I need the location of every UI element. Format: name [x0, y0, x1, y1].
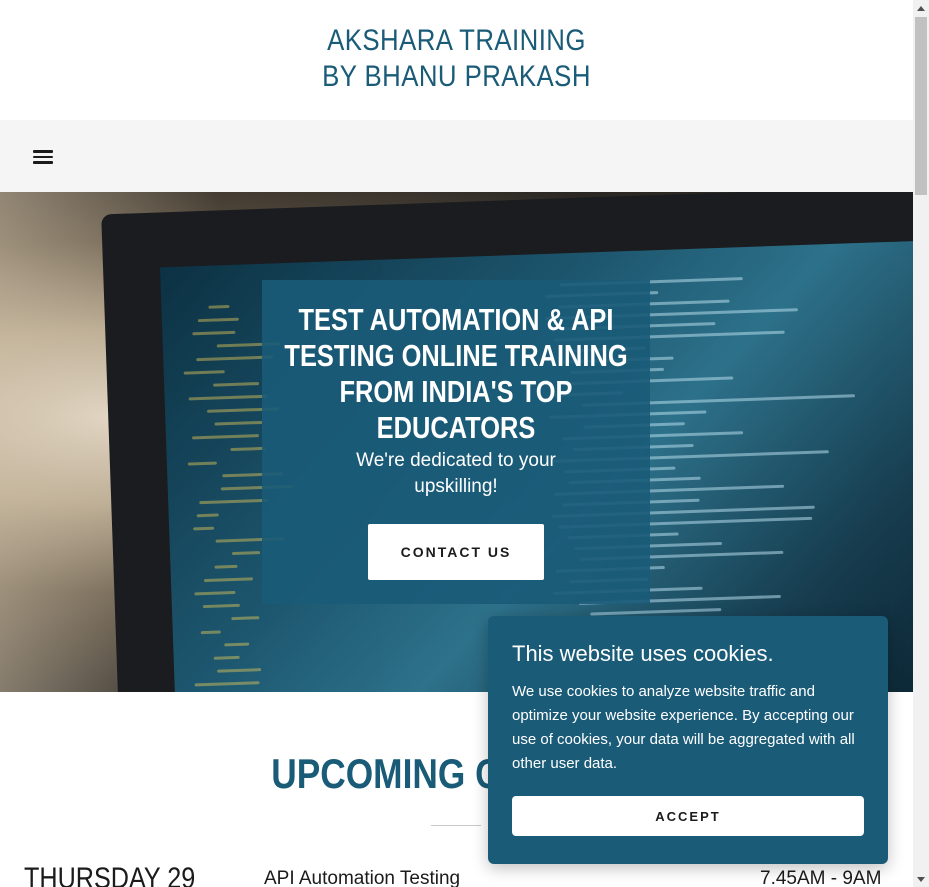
code-line-decoration: [192, 330, 236, 336]
hamburger-menu-icon[interactable]: [32, 147, 56, 165]
hamburger-bar: [33, 155, 53, 158]
code-line-decoration: [199, 498, 269, 505]
page: AKSHARA TRAINING BY BHANU PRAKASH TEST A…: [0, 0, 913, 887]
brand-title-line-1[interactable]: AKSHARA TRAINING: [64, 0, 849, 59]
cookie-accept-button[interactable]: ACCEPT: [512, 796, 864, 836]
scroll-thumb[interactable]: [915, 17, 927, 195]
code-line-decoration: [214, 420, 263, 426]
scroll-up-arrow-icon[interactable]: [913, 0, 929, 16]
event-date: THURSDAY 29: [24, 862, 196, 887]
code-line-decoration: [213, 655, 240, 660]
code-line-decoration: [193, 526, 215, 531]
code-line-decoration: [200, 630, 221, 635]
vertical-scrollbar[interactable]: [913, 0, 929, 887]
code-line-decoration: [197, 317, 239, 323]
scroll-down-arrow-icon[interactable]: [913, 871, 929, 887]
cookie-banner: This website uses cookies. We use cookie…: [488, 616, 888, 864]
hamburger-bar: [33, 150, 53, 153]
code-line-decoration: [194, 681, 260, 687]
code-line-decoration: [191, 434, 260, 440]
brand-title-line-2[interactable]: BY BHANU PRAKASH: [64, 59, 849, 95]
navbar: [0, 120, 913, 192]
hero-card: TEST AUTOMATION & API TESTING ONLINE TRA…: [262, 280, 650, 604]
code-line-decoration: [231, 616, 260, 621]
code-line-decoration: [187, 461, 217, 466]
code-line-decoration: [194, 590, 236, 596]
code-line-decoration: [590, 608, 722, 616]
code-line-decoration: [196, 513, 219, 518]
code-line-decoration: [208, 305, 230, 309]
code-line-decoration: [232, 551, 261, 556]
cookie-title: This website uses cookies.: [512, 641, 774, 666]
hero-subtitle: We're dedicated to your upskilling!: [356, 450, 556, 497]
code-line-decoration: [183, 370, 225, 375]
code-line-decoration: [213, 382, 260, 387]
code-line-decoration: [224, 642, 250, 647]
code-line-decoration: [188, 394, 268, 401]
cookie-text: We use cookies to analyze website traffi…: [512, 683, 855, 772]
hero-title: TEST AUTOMATION & API TESTING ONLINE TRA…: [284, 302, 628, 445]
contact-us-button[interactable]: CONTACT US: [368, 524, 544, 580]
code-line-decoration: [203, 577, 254, 583]
code-line-decoration: [217, 668, 262, 673]
event-name[interactable]: API Automation Testing: [264, 868, 460, 887]
hamburger-bar: [33, 161, 53, 164]
event-time: 7.45AM - 9AM: [760, 868, 882, 887]
site-header: AKSHARA TRAINING BY BHANU PRAKASH: [0, 0, 913, 120]
code-line-decoration: [214, 564, 238, 569]
code-line-decoration: [202, 603, 240, 609]
section-divider: [431, 825, 481, 826]
code-line-decoration: [230, 446, 266, 452]
